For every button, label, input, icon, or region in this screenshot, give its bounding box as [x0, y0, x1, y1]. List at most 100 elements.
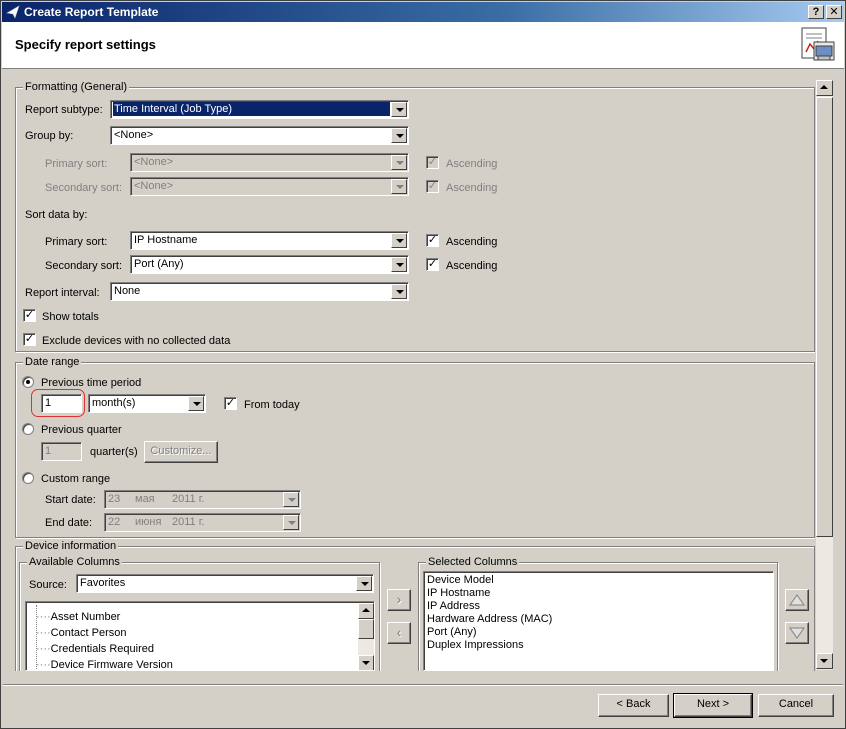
- remove-column-button[interactable]: ‹: [387, 622, 411, 644]
- chevron-down-icon[interactable]: [283, 492, 299, 507]
- secondary-sort-select[interactable]: Port (Any): [130, 255, 409, 274]
- dialog-window: Create Report Template ? ✕ Specify repor…: [0, 0, 846, 729]
- page-title: Specify report settings: [15, 37, 156, 52]
- list-item[interactable]: IP Address: [427, 600, 480, 612]
- report-subtype-select[interactable]: Time Interval (Job Type): [110, 100, 409, 119]
- end-date-picker[interactable]: 22 июня 2011 г.: [104, 513, 301, 532]
- group-by-value: <None>: [114, 129, 154, 141]
- cancel-button[interactable]: Cancel: [758, 694, 834, 717]
- chevron-down-icon[interactable]: [391, 257, 407, 272]
- list-item[interactable]: Duplex Impressions: [427, 639, 524, 651]
- primary-ascending-checkbox[interactable]: ✓: [426, 234, 439, 247]
- chevron-down-icon[interactable]: [391, 179, 407, 194]
- group-by-select[interactable]: <None>: [110, 126, 409, 145]
- period-unit-value: month(s): [92, 397, 136, 409]
- add-column-button[interactable]: ›: [387, 589, 411, 611]
- secondary-sort-label: Secondary sort:: [45, 260, 123, 272]
- previous-quarter-radio[interactable]: [22, 423, 34, 435]
- available-columns-legend: Available Columns: [27, 556, 122, 568]
- start-month: мая: [135, 493, 155, 505]
- scroll-up-icon[interactable]: [358, 603, 374, 619]
- formatting-legend: Formatting (General): [23, 81, 130, 93]
- period-unit-select[interactable]: month(s): [88, 394, 206, 413]
- report-interval-value: None: [114, 285, 141, 297]
- group-primary-ascending-checkbox[interactable]: ✓: [426, 156, 439, 169]
- chevron-down-icon[interactable]: [391, 102, 407, 117]
- group-secondary-sort-label: Secondary sort:: [45, 182, 123, 194]
- chevron-down-icon[interactable]: [391, 233, 407, 248]
- previous-quarter-label: Previous quarter: [41, 424, 122, 436]
- list-item[interactable]: ····Credentials Required: [36, 643, 154, 655]
- scroll-down-icon[interactable]: [816, 653, 833, 669]
- group-primary-sort-label: Primary sort:: [45, 158, 108, 170]
- period-count-input[interactable]: 1: [41, 394, 82, 413]
- end-date-label: End date:: [45, 517, 93, 529]
- source-select[interactable]: Favorites: [76, 574, 374, 593]
- settings-panel: Formatting (General) Report subtype: Tim…: [4, 76, 815, 671]
- next-button[interactable]: Next >: [673, 693, 753, 718]
- secondary-ascending-label: Ascending: [446, 260, 498, 272]
- list-item[interactable]: Hardware Address (MAC): [427, 613, 552, 625]
- back-button[interactable]: < Back: [598, 694, 669, 717]
- group-secondary-ascending-checkbox[interactable]: ✓: [426, 180, 439, 193]
- scroll-up-icon[interactable]: [816, 80, 833, 96]
- list-item-label: Contact Person: [50, 627, 127, 639]
- from-today-checkbox[interactable]: ✓: [224, 397, 237, 410]
- chevron-down-icon[interactable]: [391, 284, 407, 299]
- list-item-label: Credentials Required: [50, 643, 154, 655]
- window-title: Create Report Template: [24, 5, 159, 19]
- list-item[interactable]: Port (Any): [427, 626, 477, 638]
- selected-columns-list[interactable]: Device Model IP Hostname IP Address Hard…: [423, 571, 774, 671]
- start-day: 23: [108, 493, 121, 505]
- previous-time-period-radio[interactable]: [22, 376, 34, 388]
- wizard-header: Specify report settings: [2, 22, 844, 69]
- triangle-up-icon: [789, 594, 805, 606]
- scroll-thumb[interactable]: [358, 619, 374, 639]
- report-interval-label: Report interval:: [25, 287, 100, 299]
- quarter-count-input[interactable]: 1: [41, 442, 82, 461]
- move-up-button[interactable]: [785, 589, 809, 611]
- chevron-down-icon[interactable]: [391, 128, 407, 143]
- secondary-ascending-checkbox[interactable]: ✓: [426, 258, 439, 271]
- end-year: 2011 г.: [172, 516, 205, 528]
- chevron-down-icon[interactable]: [391, 155, 407, 170]
- main-scrollbar[interactable]: [816, 80, 833, 670]
- group-primary-sort-select[interactable]: <None>: [130, 153, 409, 172]
- start-date-picker[interactable]: 23 мая 2011 г.: [104, 490, 301, 509]
- group-primary-sort-value: <None>: [134, 156, 174, 168]
- chevron-down-icon[interactable]: [283, 515, 299, 530]
- date-range-legend: Date range: [23, 356, 82, 368]
- close-button[interactable]: ✕: [826, 5, 842, 19]
- source-label: Source:: [29, 579, 67, 591]
- chevron-down-icon[interactable]: [356, 576, 372, 591]
- available-list-scrollbar[interactable]: [358, 603, 374, 670]
- list-item[interactable]: Device Model: [427, 574, 494, 586]
- footer-divider: [3, 684, 843, 686]
- exclude-devices-label: Exclude devices with no collected data: [42, 335, 231, 347]
- move-down-button[interactable]: [785, 622, 809, 644]
- primary-sort-select[interactable]: IP Hostname: [130, 231, 409, 250]
- app-icon: [6, 5, 20, 19]
- customize-button[interactable]: Customize...: [144, 441, 218, 463]
- scroll-down-icon[interactable]: [358, 655, 374, 670]
- triangle-down-icon: [789, 627, 805, 639]
- available-columns-list[interactable]: ····Asset Number ····Contact Person ····…: [25, 601, 375, 671]
- list-item[interactable]: ····Contact Person: [36, 627, 126, 639]
- list-item[interactable]: IP Hostname: [427, 587, 490, 599]
- chevron-down-icon[interactable]: [188, 396, 204, 411]
- list-item[interactable]: ····Device Firmware Version: [36, 659, 173, 670]
- show-totals-checkbox[interactable]: ✓: [23, 309, 36, 322]
- help-button[interactable]: ?: [808, 5, 824, 19]
- list-item[interactable]: ····Asset Number: [36, 611, 120, 623]
- scroll-thumb[interactable]: [816, 97, 833, 537]
- custom-range-radio[interactable]: [22, 472, 34, 484]
- report-icon: [801, 27, 835, 61]
- secondary-sort-value: Port (Any): [134, 258, 184, 270]
- show-totals-label: Show totals: [42, 311, 99, 323]
- report-interval-select[interactable]: None: [110, 282, 409, 301]
- sort-data-by-label: Sort data by:: [25, 209, 88, 221]
- group-secondary-sort-select[interactable]: <None>: [130, 177, 409, 196]
- exclude-devices-checkbox[interactable]: ✓: [23, 333, 36, 346]
- report-subtype-label: Report subtype:: [25, 104, 103, 116]
- title-bar[interactable]: Create Report Template ? ✕: [2, 2, 844, 22]
